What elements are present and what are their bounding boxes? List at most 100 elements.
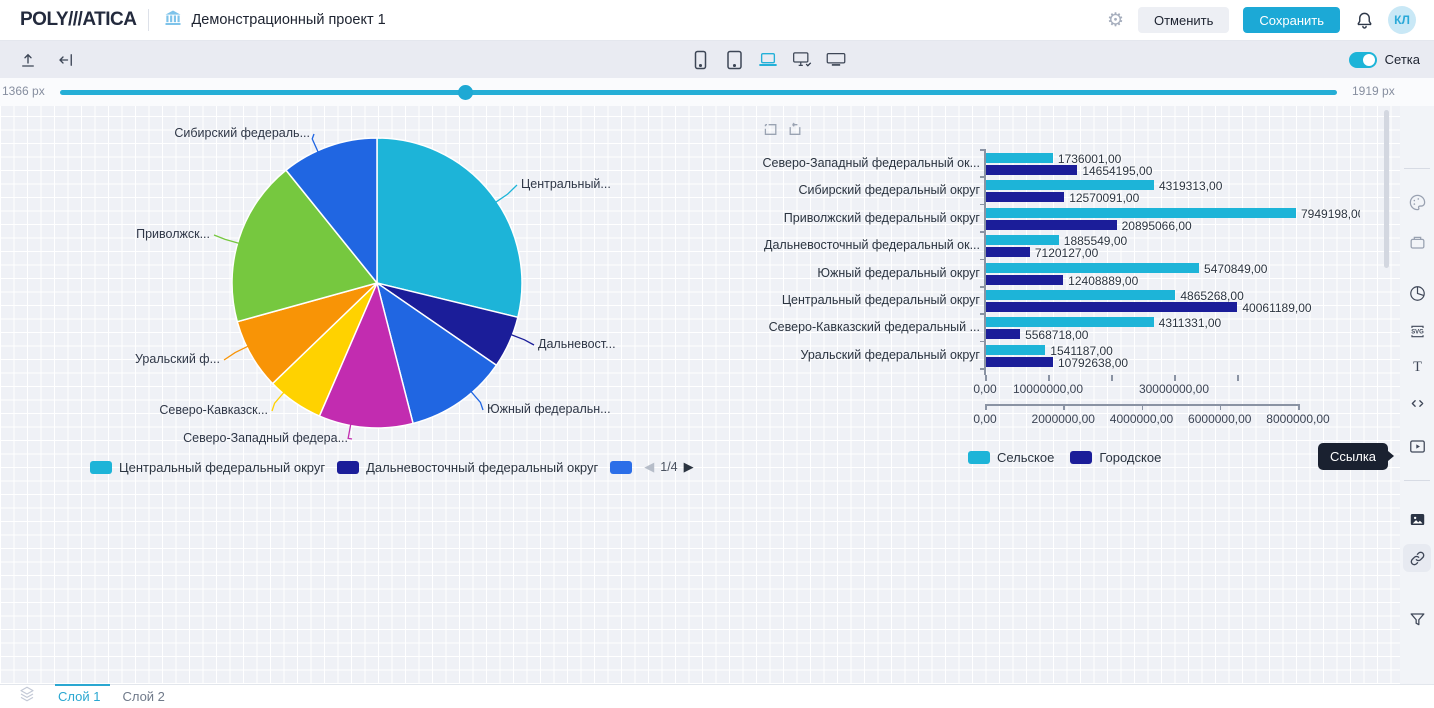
bar-urban[interactable] [985, 357, 1053, 367]
text-icon[interactable]: T [1403, 352, 1431, 380]
legend-item[interactable]: Городское [1070, 450, 1161, 465]
bar-category-label: Центральный федеральный округ [755, 293, 980, 307]
bar-rural[interactable] [985, 208, 1296, 218]
tablet-icon[interactable] [724, 50, 744, 70]
bar-rural[interactable] [985, 180, 1154, 190]
frame-resize-icon[interactable] [763, 122, 779, 142]
legend-page-indicator: 1/4 [660, 460, 677, 474]
bar-urban[interactable] [985, 165, 1077, 175]
palette-icon[interactable] [1403, 188, 1431, 216]
bar-category-label: Уральский федеральный округ [755, 348, 980, 362]
active-layer-indicator [55, 684, 110, 686]
image-icon[interactable] [1403, 505, 1431, 533]
top-axis-label: 10000000,00 [1013, 382, 1083, 396]
bar-urban[interactable] [985, 247, 1030, 257]
smartphone-icon[interactable] [690, 50, 710, 70]
pie-label-leader [510, 334, 534, 345]
filter-icon[interactable] [1403, 605, 1431, 633]
canvas-scrollbar[interactable] [1384, 110, 1389, 268]
code-icon[interactable] [1403, 389, 1431, 417]
pie-chart-icon[interactable] [1403, 279, 1431, 307]
bar-rural[interactable] [985, 153, 1053, 163]
top-axis-tick [1048, 375, 1050, 381]
upload-icon[interactable] [18, 50, 38, 70]
collapse-left-icon[interactable] [56, 50, 76, 70]
category-axis-tick [980, 286, 984, 288]
settings-gear-icon[interactable]: ⚙ [1107, 11, 1124, 30]
widgets-sidebar: SVG T [1400, 106, 1434, 684]
notifications-bell-icon[interactable] [1354, 10, 1374, 30]
desktop-check-icon[interactable] [792, 50, 812, 70]
width-slider-thumb[interactable] [458, 85, 473, 100]
link-tooltip: Ссылка [1318, 443, 1388, 470]
legend-next-icon[interactable]: ▶ [684, 459, 694, 475]
slider-max-width: 1919 px [1352, 84, 1395, 98]
legend-prev-icon[interactable]: ◀ [644, 459, 654, 475]
legend-item[interactable]: Сельское [968, 450, 1054, 465]
bar-category-label: Сибирский федеральный округ [755, 183, 980, 197]
video-icon[interactable] [1403, 432, 1431, 460]
top-axis-tick [1174, 375, 1176, 381]
bar-value-label: 5470849,00 [1204, 262, 1267, 276]
top-axis-label: 30000000,00 [1139, 382, 1209, 396]
bar-value-label: 5568718,00 [1025, 328, 1088, 342]
save-button[interactable]: Сохранить [1243, 7, 1340, 33]
category-axis-tick [980, 204, 984, 206]
bar-value-label: 4865268,00 [1180, 289, 1243, 303]
bar-urban[interactable] [985, 192, 1064, 202]
bar-urban[interactable] [985, 275, 1063, 285]
pie-slice-label: Приволжск... [136, 227, 210, 241]
bar-value-label: 12408889,00 [1068, 274, 1138, 288]
dashboard-canvas[interactable]: Центральный...Дальневост...Южный федерал… [0, 106, 1400, 684]
sidebar-divider [1404, 480, 1430, 481]
layers-bar: Слой 1 Слой 2 [0, 684, 1434, 708]
category-axis-tick [980, 259, 984, 261]
bar-rural[interactable] [985, 263, 1199, 273]
legend-label: Сельское [997, 450, 1054, 465]
svg-text:SVG: SVG [1411, 329, 1424, 335]
bar-urban[interactable] [985, 220, 1117, 230]
pie-slice-label: Северо-Кавказск... [159, 403, 268, 417]
width-slider-track[interactable] [60, 90, 1337, 95]
bottom-axis-tick [985, 404, 987, 410]
legend-swatch [968, 451, 990, 464]
app-logo: POLY///ATICA [20, 9, 136, 31]
bottom-axis-label: 6000000,00 [1188, 412, 1251, 426]
legend-item[interactable] [610, 461, 632, 474]
link-icon[interactable] [1403, 544, 1431, 572]
legend-item[interactable]: Дальневосточный федеральный округ [337, 460, 598, 475]
bar-chart-widget[interactable]: Северо-Западный федеральный ок...1736001… [755, 116, 1360, 481]
project-icon [163, 8, 183, 33]
pie-chart [0, 106, 730, 456]
avatar[interactable]: КЛ [1388, 6, 1416, 34]
layer-tab-1[interactable]: Слой 1 [58, 689, 100, 704]
bar-category-label: Приволжский федеральный округ [755, 211, 980, 225]
grid-toggle[interactable] [1349, 52, 1377, 68]
svg-icon[interactable]: SVG [1403, 317, 1431, 345]
bar-value-label: 7949198,00 [1301, 207, 1360, 221]
pie-chart-widget[interactable]: Центральный...Дальневост...Южный федерал… [0, 106, 730, 456]
cancel-button[interactable]: Отменить [1138, 7, 1229, 33]
top-axis-tick [1237, 375, 1239, 381]
bar-rural[interactable] [985, 290, 1175, 300]
pie-slice-label: Центральный... [521, 177, 611, 191]
bar-legend: Сельское Городское [968, 450, 1161, 465]
frame-rotate-icon[interactable] [787, 122, 803, 142]
layer-tab-2[interactable]: Слой 2 [122, 689, 164, 704]
device-preview-switcher [690, 50, 846, 70]
bar-rural[interactable] [985, 345, 1045, 355]
grid-toggle-label: Сетка [1385, 52, 1420, 67]
widgets-icon[interactable] [1403, 228, 1431, 256]
bar-rural[interactable] [985, 317, 1154, 327]
header-divider [148, 9, 149, 31]
category-axis-tick [980, 368, 984, 370]
legend-item[interactable]: Центральный федеральный округ [90, 460, 325, 475]
laptop-icon[interactable] [758, 50, 778, 70]
bar-value-label: 14654195,00 [1082, 164, 1152, 178]
bar-rural[interactable] [985, 235, 1059, 245]
project-title: Демонстрационный проект 1 [191, 12, 385, 28]
widescreen-icon[interactable] [826, 50, 846, 70]
bar-urban[interactable] [985, 329, 1020, 339]
bar-urban[interactable] [985, 302, 1237, 312]
pie-label-leader [214, 235, 240, 243]
